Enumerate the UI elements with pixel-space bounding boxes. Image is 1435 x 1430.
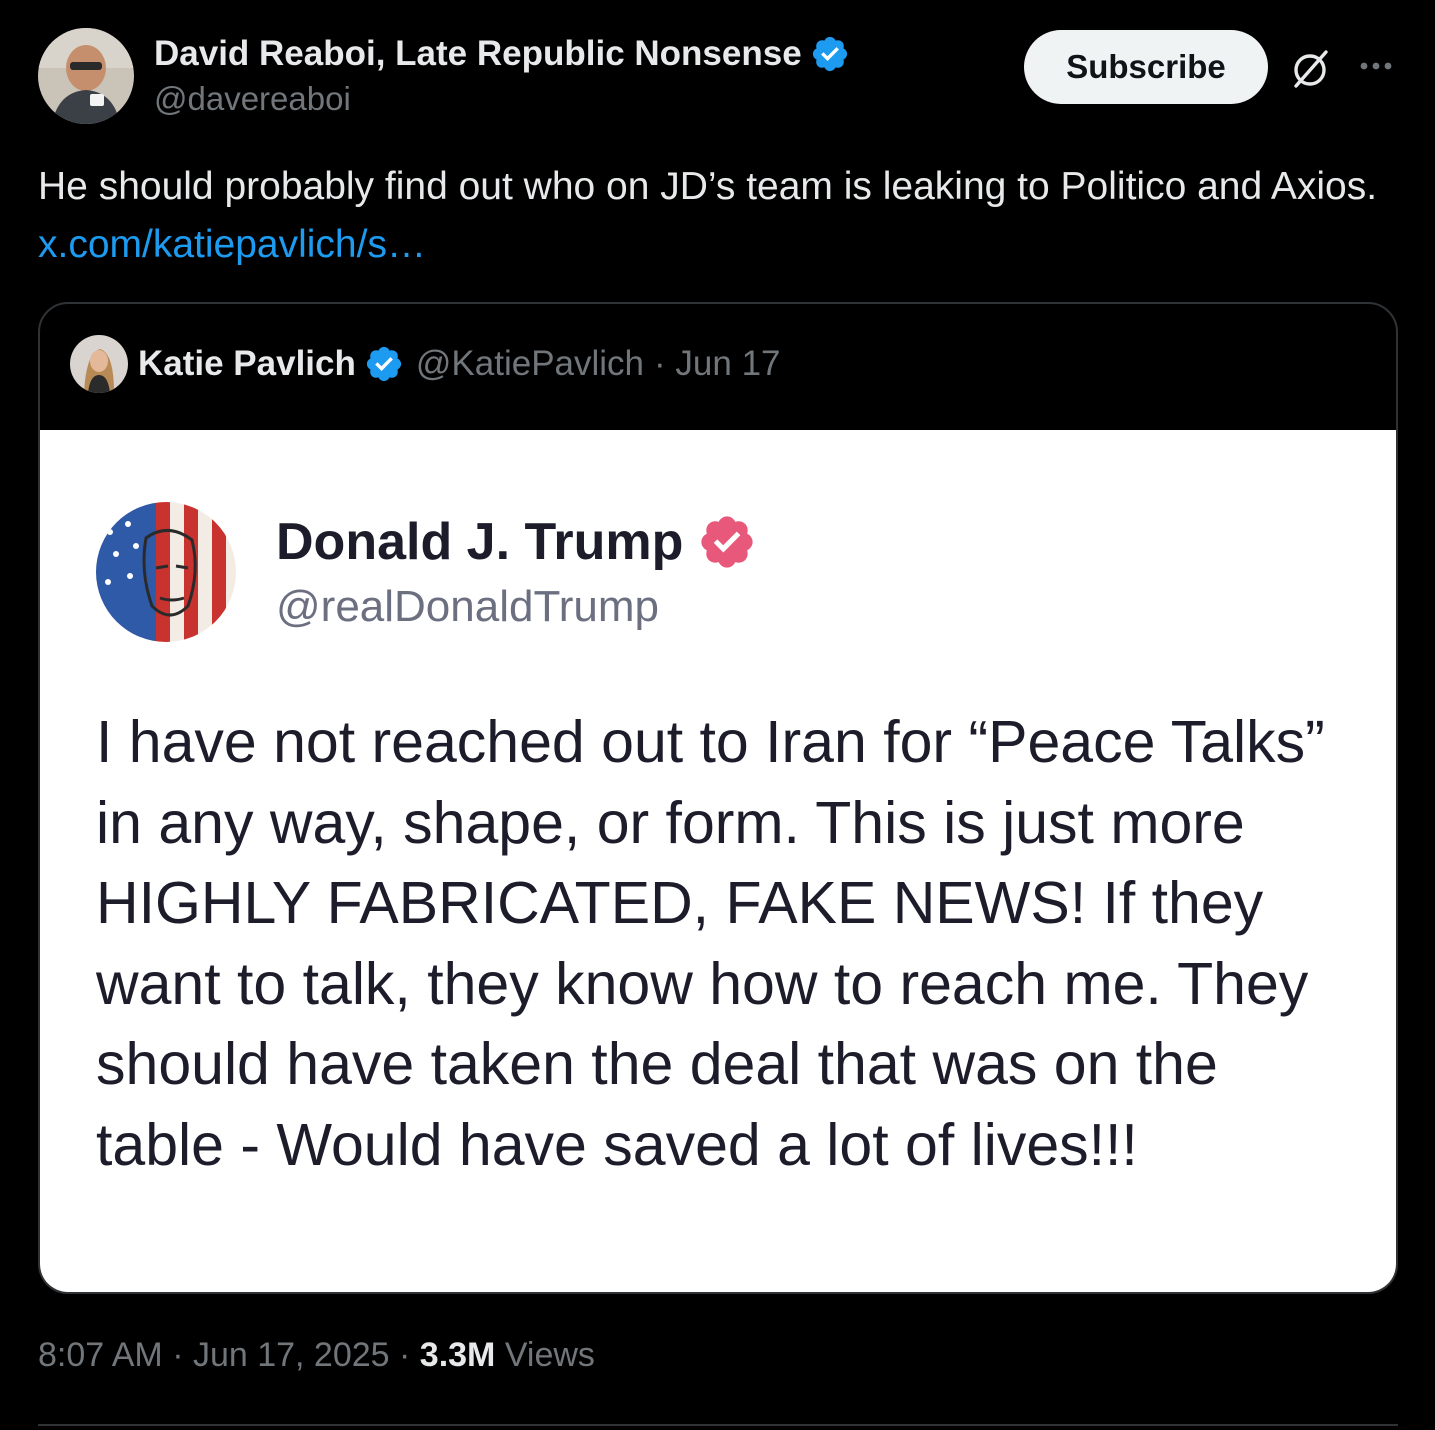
subscribe-button[interactable]: Subscribe [1024, 30, 1268, 104]
author-display-name[interactable]: David Reaboi, Late Republic Nonsense [154, 34, 802, 74]
verified-badge-icon [812, 36, 847, 72]
quote-avatar[interactable] [70, 335, 128, 393]
quote-display-name[interactable]: Katie Pavlich [138, 344, 356, 384]
verified-badge-icon [366, 346, 401, 382]
trump-post-text: I have not reached out to Iran for “Peac… [96, 709, 1325, 1178]
quote-header: Katie Pavlich @KatiePavlich · Jun 17 [70, 334, 781, 394]
avatar[interactable] [38, 28, 134, 124]
trump-avatar [96, 502, 236, 642]
author-name[interactable]: David Reaboi, Late Republic Nonsense [154, 32, 850, 76]
truth-verified-icon [701, 516, 753, 568]
quote-date[interactable]: · Jun 17 [654, 344, 780, 384]
trump-name: Donald J. Trump [276, 512, 757, 572]
author-handle[interactable]: @davereaboi [154, 80, 850, 118]
quote-image[interactable]: Donald J. Trump @realDonaldTrump I have … [40, 430, 1396, 1292]
quoted-tweet[interactable]: Katie Pavlich @KatiePavlich · Jun 17 Don… [38, 302, 1398, 1294]
grok-icon[interactable] [1288, 46, 1332, 90]
divider [38, 1424, 1398, 1426]
views-label: Views [495, 1336, 595, 1374]
timestamp[interactable]: 8:07 AM · Jun 17, 2025 · [38, 1336, 420, 1374]
tweet-link[interactable]: x.com/katiepavlich/s… [38, 223, 426, 266]
tweet-header: David Reaboi, Late Republic Nonsense @da… [38, 28, 1398, 128]
tweet-footer: 8:07 AM · Jun 17, 2025 · 3.3M Views [38, 1336, 595, 1375]
tweet-text: He should probably find out who on JD’s … [38, 158, 1398, 274]
more-icon[interactable] [1356, 46, 1396, 86]
quote-handle[interactable]: @KatiePavlich [416, 344, 644, 384]
trump-handle: @realDonaldTrump [276, 582, 659, 631]
views-count: 3.3M [419, 1336, 496, 1374]
trump-display-name: Donald J. Trump [276, 513, 684, 571]
tweet-body: He should probably find out who on JD’s … [38, 165, 1378, 208]
